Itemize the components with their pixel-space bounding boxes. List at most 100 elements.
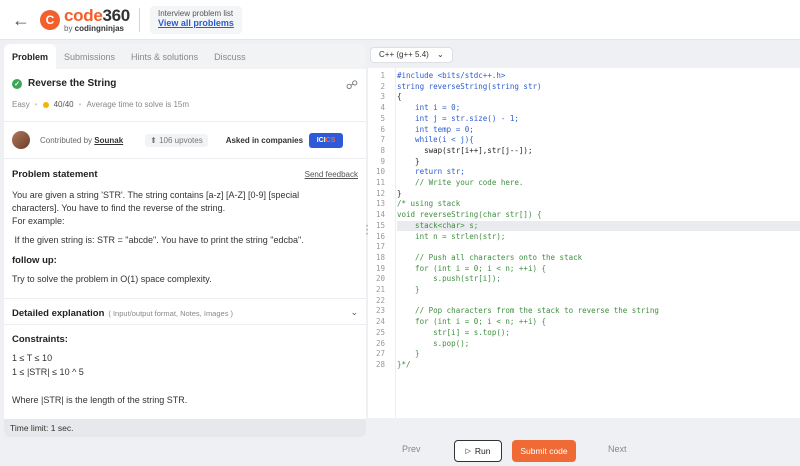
solved-check-icon: ✓	[12, 78, 22, 89]
line-number: 25	[375, 327, 385, 337]
code-line[interactable]: }	[397, 189, 800, 200]
editor-footer: Prev ▷ Run Submit code Next	[368, 434, 800, 466]
code-line[interactable]: str[i] = s.top();	[397, 328, 800, 339]
code-line[interactable]: int i = 0;	[397, 103, 800, 114]
tab-discuss[interactable]: Discuss	[206, 44, 254, 69]
line-number: 14	[375, 210, 385, 220]
divider	[4, 158, 366, 159]
code-line[interactable]	[397, 296, 800, 307]
line-number: 6	[380, 124, 385, 134]
meta-dot: •	[34, 100, 38, 109]
logo-mark-icon: C	[40, 10, 60, 30]
line-number: 5	[380, 113, 385, 123]
tab-hints-solutions[interactable]: Hints & solutions	[123, 44, 206, 69]
meta-dot: •	[78, 100, 82, 109]
tab-submissions[interactable]: Submissions	[56, 44, 123, 69]
upvote-button[interactable]: ⬆ 106 upvotes	[145, 133, 208, 147]
line-number: 11	[375, 178, 385, 187]
divider	[4, 324, 366, 325]
line-number: 9	[380, 156, 385, 166]
detailed-explanation-note: ( Input/output format, Notes, Images )	[108, 309, 234, 318]
code-line[interactable]: }	[397, 157, 800, 168]
arrow-left-icon[interactable]: ←	[12, 10, 32, 30]
code360-logo[interactable]: C code360 by codingninjas	[40, 6, 130, 34]
problem-tabs: Problem Submissions Hints & solutions Di…	[4, 44, 366, 69]
view-all-problems-link[interactable]: View all problems	[158, 18, 234, 28]
send-feedback-link[interactable]: Send feedback	[305, 170, 358, 179]
problem-list-info: Interview problem list View all problems	[150, 6, 242, 34]
problem-panel: Problem Submissions Hints & solutions Di…	[4, 44, 366, 437]
line-number: 17	[375, 242, 385, 252]
code-line[interactable]: s.push(str[i]);	[397, 274, 800, 285]
upvote-arrow-icon: ⬆	[150, 135, 157, 145]
average-time: Average time to solve is 15m	[86, 100, 190, 109]
line-number: 24	[375, 317, 385, 327]
detailed-explanation-toggle[interactable]: Detailed explanation( Input/output forma…	[12, 308, 233, 319]
problem-title: Reverse the String	[28, 78, 117, 89]
code-editor[interactable]: 1 2 3 4 5 6 7 8 9 10 11 12 13 14 15 16 17 18 19 20 21 22 23 24 2…	[368, 68, 800, 418]
share-icon[interactable]: ☍	[346, 78, 358, 92]
code-line[interactable]: // Write your code here.	[397, 178, 800, 189]
code-line[interactable]: for (int i = 0; i < n; ++i) {	[397, 264, 800, 275]
logo-main: code	[64, 6, 103, 25]
code-line[interactable]: }	[397, 349, 800, 360]
contributed-by: Contributed by Sounak	[40, 136, 123, 145]
run-label: Run	[474, 446, 491, 456]
line-number: 22	[375, 295, 385, 305]
chevron-down-icon[interactable]: ⌄	[350, 307, 358, 318]
time-limit: Time limit: 1 sec.	[4, 419, 366, 437]
code-line[interactable]: void reverseString(char str[]) {	[397, 210, 800, 221]
submit-code-button[interactable]: Submit code	[512, 440, 576, 462]
follow-up-heading: follow up:	[12, 255, 57, 266]
code-line[interactable]: for (int i = 0; i < n; ++i) {	[397, 317, 800, 328]
code-line[interactable]: int temp = 0;	[397, 125, 800, 136]
code-line[interactable]: stack<char> s;	[397, 220, 800, 232]
logo-number: 360	[102, 6, 130, 25]
header-divider	[139, 8, 140, 32]
where-text: Where |STR| is the length of the string …	[12, 395, 188, 405]
statement-line: You are given a string 'STR'. The string…	[12, 190, 300, 200]
code-line[interactable]: string reverseString(string str)	[397, 82, 800, 93]
line-number: 23	[375, 306, 385, 316]
top-bar: ← C code360 by codingninjas Interview pr…	[0, 0, 800, 40]
line-number: 7	[380, 135, 385, 145]
line-number: 20	[375, 274, 385, 284]
play-icon: ▷	[465, 448, 471, 455]
difficulty-label: Easy	[12, 100, 30, 109]
code-line[interactable]: }	[397, 285, 800, 296]
run-button[interactable]: ▷ Run	[454, 440, 502, 462]
code-line[interactable]: while(i < j){	[397, 135, 800, 146]
problem-statement-heading: Problem statement	[12, 169, 98, 180]
line-number: 21	[375, 285, 385, 294]
code-line[interactable]: s.pop();	[397, 339, 800, 350]
divider	[4, 298, 366, 299]
code-line[interactable]: return str;	[397, 167, 800, 178]
upvote-count: 106 upvotes	[159, 135, 203, 145]
code-line[interactable]: int n = strlen(str);	[397, 232, 800, 243]
code-line[interactable]: }*/	[397, 360, 800, 371]
detailed-explanation-heading: Detailed explanation	[12, 308, 105, 319]
company-badge[interactable]: ICI CS	[309, 132, 344, 148]
code-line[interactable]: // Push all characters onto the stack	[397, 253, 800, 264]
problem-statement-body: You are given a string 'STR'. The string…	[12, 189, 357, 247]
code-line[interactable]: swap(str[i++],str[j--]);	[397, 146, 800, 157]
code-line[interactable]: // Pop characters from the stack to reve…	[397, 306, 800, 317]
line-number: 8	[380, 145, 385, 155]
prev-button[interactable]: Prev	[402, 444, 421, 454]
line-number: 19	[375, 263, 385, 273]
contributor-link[interactable]: Sounak	[94, 136, 123, 145]
line-number: 4	[380, 103, 385, 113]
code-line[interactable]: /* using stack	[397, 199, 800, 210]
code-line[interactable]: {	[397, 92, 800, 103]
next-button[interactable]: Next	[608, 444, 627, 454]
company-badge-b: CS	[325, 136, 336, 144]
problem-title-row: ✓ Reverse the String	[12, 78, 116, 89]
chevron-down-icon: ⌄	[437, 50, 444, 59]
code-line[interactable]: #include <bits/stdc++.h>	[397, 71, 800, 82]
code-line[interactable]	[397, 242, 800, 253]
tab-problem[interactable]: Problem	[4, 44, 57, 69]
code-line[interactable]: int j = str.size() - 1;	[397, 114, 800, 125]
asked-in-companies-label: Asked in companies	[225, 135, 304, 145]
line-number: 26	[375, 338, 385, 348]
language-select[interactable]: C++ (g++ 5.4) ⌄	[370, 47, 453, 63]
